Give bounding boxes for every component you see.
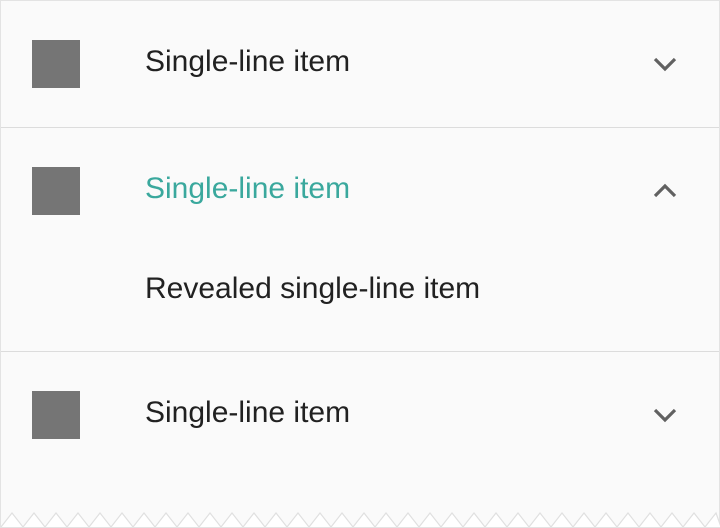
chevron-down-icon[interactable]: [651, 53, 679, 75]
list-item-label: Single-line item: [145, 172, 351, 205]
expansion-list: Single-line item Single-line item Reveal…: [0, 0, 720, 528]
revealed-item[interactable]: Revealed single-line item: [1, 254, 719, 351]
chevron-up-icon[interactable]: [651, 180, 679, 202]
list-item: Single-line item: [1, 1, 719, 128]
list-item-header[interactable]: Single-line item: [1, 1, 719, 127]
list-item: Single-line item: [1, 352, 719, 478]
list-item-label: Single-line item: [145, 396, 351, 429]
chevron-down-icon[interactable]: [651, 404, 679, 426]
list-item-expanded: Single-line item Revealed single-line it…: [1, 128, 719, 352]
list-item-header[interactable]: Single-line item: [1, 128, 719, 254]
avatar: [32, 391, 80, 439]
list-item-header[interactable]: Single-line item: [1, 352, 719, 478]
avatar: [32, 40, 80, 88]
avatar: [32, 167, 80, 215]
torn-edge: [1, 511, 720, 527]
revealed-item-label: Revealed single-line item: [145, 272, 481, 305]
list-item-label: Single-line item: [145, 45, 351, 78]
